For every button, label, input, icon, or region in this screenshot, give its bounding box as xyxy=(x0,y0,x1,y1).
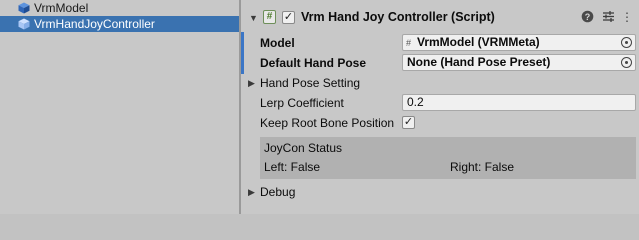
component-header[interactable]: ▼ # ✓ Vrm Hand Joy Controller (Script) ?… xyxy=(241,6,639,28)
status-title: JoyCon Status xyxy=(264,141,343,155)
foldout-label-hand-pose-setting: Hand Pose Setting xyxy=(260,76,361,90)
foldout-label-debug: Debug xyxy=(260,185,296,199)
model-field-value: VrmModel (VRMMeta) xyxy=(417,35,540,49)
svg-text:?: ? xyxy=(584,12,590,22)
field-row-keep-root-bone-position: Keep Root Bone Position ✓ xyxy=(241,114,639,132)
object-picker-icon[interactable] xyxy=(621,37,632,48)
hierarchy-item-label: VrmHandJoyController xyxy=(34,17,155,31)
hierarchy-item-vrmmodel[interactable]: VrmModel xyxy=(0,0,239,16)
hierarchy-item-label: VrmModel xyxy=(34,1,89,15)
foldout-debug[interactable]: ▶ Debug xyxy=(241,183,639,201)
foldout-expanded-icon[interactable]: ▼ xyxy=(249,12,258,24)
script-icon: # xyxy=(263,10,276,24)
status-left: Left: False xyxy=(264,160,321,174)
foldout-collapsed-icon[interactable]: ▶ xyxy=(248,186,255,198)
field-label-lerp-coefficient: Lerp Coefficient xyxy=(260,96,344,110)
foldout-hand-pose-setting[interactable]: ▶ Hand Pose Setting xyxy=(241,74,639,92)
component-enabled-checkbox[interactable]: ✓ xyxy=(282,11,295,24)
gameobject-cube-icon xyxy=(18,18,30,30)
default-hand-pose-value: None (Hand Pose Preset) xyxy=(407,55,551,69)
status-right: Right: False xyxy=(450,160,515,174)
foldout-collapsed-icon[interactable]: ▶ xyxy=(248,77,255,89)
field-row-model: Model # VrmModel (VRMMeta) xyxy=(241,34,639,52)
lerp-coefficient-input[interactable]: 0.2 xyxy=(402,94,636,111)
keep-root-bone-position-checkbox[interactable]: ✓ xyxy=(402,116,415,129)
hierarchy-panel: VrmModel VrmHandJoyController xyxy=(0,0,239,214)
component-title: Vrm Hand Joy Controller (Script) xyxy=(301,10,495,24)
default-hand-pose-object-field[interactable]: None (Hand Pose Preset) xyxy=(402,54,636,71)
hierarchy-item-vrmhandjoycontroller[interactable]: VrmHandJoyController xyxy=(0,16,239,32)
field-label-model: Model xyxy=(260,36,295,50)
field-label-default-hand-pose: Default Hand Pose xyxy=(260,56,367,70)
inspector-panel: ▼ # ✓ Vrm Hand Joy Controller (Script) ?… xyxy=(241,0,639,214)
joycon-status-box: JoyCon Status Left: False Right: False xyxy=(260,137,636,179)
field-row-lerp-coefficient: Lerp Coefficient 0.2 xyxy=(241,94,639,112)
menu-icon[interactable]: ⋮ xyxy=(620,10,634,24)
model-object-field[interactable]: # VrmModel (VRMMeta) xyxy=(402,34,636,51)
field-row-default-hand-pose: Default Hand Pose None (Hand Pose Preset… xyxy=(241,54,639,72)
object-picker-icon[interactable] xyxy=(621,57,632,68)
help-icon[interactable]: ? xyxy=(580,10,594,24)
presets-icon[interactable] xyxy=(601,10,615,24)
script-asset-icon: # xyxy=(406,38,412,48)
gameobject-cube-icon xyxy=(18,2,30,14)
field-label-keep-root-bone-position: Keep Root Bone Position xyxy=(260,116,395,130)
